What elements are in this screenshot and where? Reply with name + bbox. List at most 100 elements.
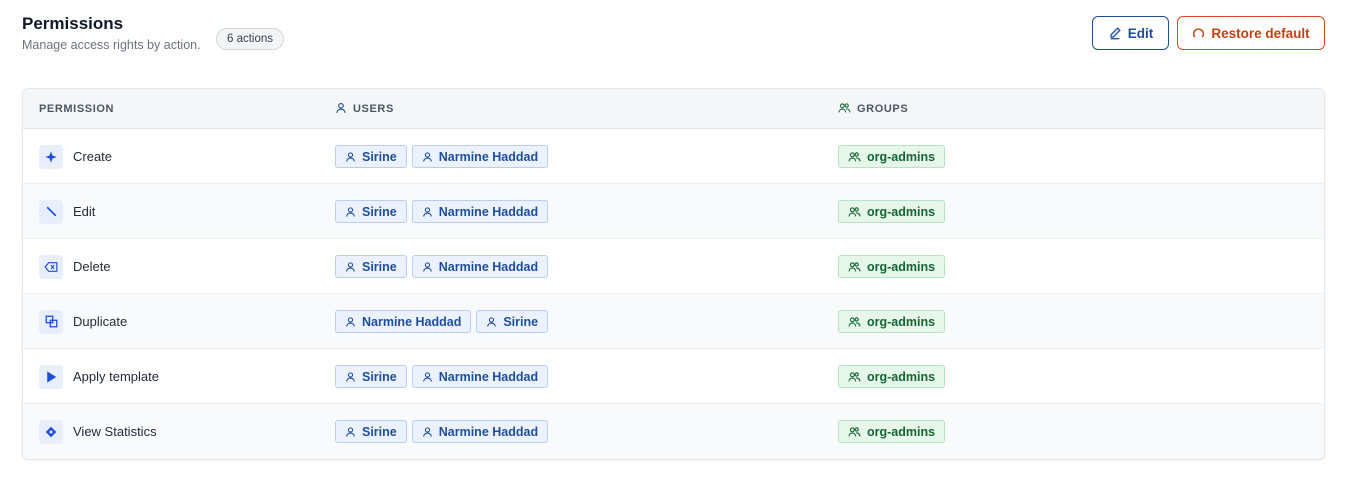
group-chip-label: org-admins — [867, 149, 936, 164]
user-chip[interactable]: Sirine — [335, 365, 407, 388]
permission-cell: Apply template — [39, 349, 159, 404]
user-chip[interactable]: Narmine Haddad — [411, 200, 549, 223]
group-chip[interactable]: org-admins — [838, 255, 946, 278]
group-chip-label: org-admins — [867, 369, 936, 384]
groups-cell: org-admins — [838, 349, 946, 404]
permissions-table: PERMISSION USERS GROUPS Create Sirine Na… — [22, 88, 1325, 460]
table-row: Edit Sirine Narmine Haddad org-admins — [23, 184, 1324, 239]
user-icon — [345, 151, 356, 163]
column-header-users: USERS — [335, 89, 394, 129]
group-chip[interactable]: org-admins — [838, 145, 946, 168]
permission-label: View Statistics — [73, 424, 157, 439]
groups-cell: org-admins — [838, 294, 946, 349]
user-chip[interactable]: Narmine Haddad — [335, 310, 472, 333]
user-chip[interactable]: Sirine — [476, 310, 549, 333]
edit-button-label: Edit — [1127, 25, 1154, 41]
users-group-icon — [848, 371, 861, 383]
copy-icon — [39, 309, 63, 334]
users-cell: Sirine Narmine Haddad — [335, 129, 549, 184]
users-cell: Sirine Narmine Haddad — [335, 404, 549, 459]
restore-icon — [1192, 27, 1205, 40]
permission-cell: Create — [39, 129, 112, 184]
permission-cell: Duplicate — [39, 294, 127, 349]
group-chip-label: org-admins — [867, 314, 936, 329]
user-chip[interactable]: Narmine Haddad — [411, 145, 549, 168]
user-icon — [422, 371, 433, 383]
groups-cell: org-admins — [838, 239, 946, 294]
user-chip-label: Narmine Haddad — [438, 149, 539, 164]
user-chip[interactable]: Narmine Haddad — [411, 365, 549, 388]
user-icon — [345, 206, 356, 218]
user-icon — [422, 261, 433, 273]
play-icon — [39, 364, 63, 389]
permission-label: Delete — [73, 259, 111, 274]
page-header: Permissions Manage access rights by acti… — [22, 14, 1325, 54]
group-chip[interactable]: org-admins — [838, 310, 946, 333]
user-chip[interactable]: Sirine — [335, 255, 407, 278]
user-icon — [486, 316, 497, 328]
table-row: Create Sirine Narmine Haddad org-admins — [23, 129, 1324, 184]
user-icon — [422, 426, 433, 438]
table-header: PERMISSION USERS GROUPS — [23, 89, 1324, 129]
user-chip-label: Narmine Haddad — [438, 259, 539, 274]
groups-cell: org-admins — [838, 184, 946, 239]
permission-cell: View Statistics — [39, 404, 157, 459]
pencil-icon — [1108, 26, 1122, 40]
user-chip-label: Sirine — [503, 314, 539, 329]
permission-label: Edit — [73, 204, 96, 219]
permission-cell: Edit — [39, 184, 95, 239]
group-chip[interactable]: org-admins — [838, 420, 946, 443]
group-chip-label: org-admins — [867, 259, 936, 274]
column-header-groups: GROUPS — [838, 89, 908, 129]
table-row: Delete Sirine Narmine Haddad org-admins — [23, 239, 1324, 294]
users-cell: Sirine Narmine Haddad — [335, 349, 549, 404]
group-chip[interactable]: org-admins — [838, 365, 946, 388]
sparkle-icon — [39, 144, 63, 169]
user-chip-label: Narmine Haddad — [438, 369, 539, 384]
user-icon — [345, 371, 356, 383]
actions-count-badge: 6 actions — [216, 28, 285, 50]
page-subtitle: Manage access rights by action. — [22, 38, 201, 52]
group-chip[interactable]: org-admins — [838, 200, 946, 223]
table-row: Apply template Sirine Narmine Haddad org… — [23, 349, 1324, 404]
permission-label: Duplicate — [73, 314, 128, 329]
pencil-icon — [39, 199, 63, 224]
user-chip[interactable]: Narmine Haddad — [411, 420, 549, 443]
diamond-icon — [39, 419, 63, 444]
groups-cell: org-admins — [838, 404, 946, 459]
permission-cell: Delete — [39, 239, 111, 294]
users-cell: Sirine Narmine Haddad — [335, 239, 549, 294]
user-chip-label: Sirine — [362, 204, 397, 219]
user-icon — [422, 151, 433, 163]
user-chip-label: Sirine — [362, 424, 397, 439]
user-chip-label: Narmine Haddad — [438, 204, 539, 219]
user-icon — [345, 261, 356, 273]
permission-label: Create — [73, 149, 113, 164]
user-chip[interactable]: Sirine — [335, 420, 407, 443]
user-chip-label: Narmine Haddad — [438, 424, 539, 439]
user-chip-label: Sirine — [362, 369, 397, 384]
user-icon — [422, 206, 433, 218]
users-cell: Sirine Narmine Haddad — [335, 184, 549, 239]
user-icon — [345, 426, 356, 438]
table-row: Duplicate Narmine Haddad Sirine org-admi… — [23, 294, 1324, 349]
users-group-icon — [848, 316, 861, 328]
users-group-icon — [848, 206, 861, 218]
edit-button[interactable]: Edit — [1092, 16, 1169, 50]
users-group-icon — [838, 102, 851, 117]
user-chip-label: Sirine — [362, 149, 397, 164]
table-row: View Statistics Sirine Narmine Haddad or… — [23, 404, 1324, 459]
group-chip-label: org-admins — [867, 204, 936, 219]
user-chip[interactable]: Sirine — [335, 145, 407, 168]
group-chip-label: org-admins — [867, 424, 936, 439]
restore-default-button[interactable]: Restore default — [1177, 16, 1325, 50]
user-chip-label: Sirine — [362, 259, 397, 274]
user-chip-label: Narmine Haddad — [362, 314, 462, 329]
user-chip[interactable]: Sirine — [335, 200, 407, 223]
column-header-permission: PERMISSION — [39, 103, 115, 115]
user-icon — [345, 316, 356, 328]
users-group-icon — [848, 426, 861, 438]
user-chip[interactable]: Narmine Haddad — [411, 255, 549, 278]
groups-cell: org-admins — [838, 129, 946, 184]
users-cell: Narmine Haddad Sirine — [335, 294, 549, 349]
